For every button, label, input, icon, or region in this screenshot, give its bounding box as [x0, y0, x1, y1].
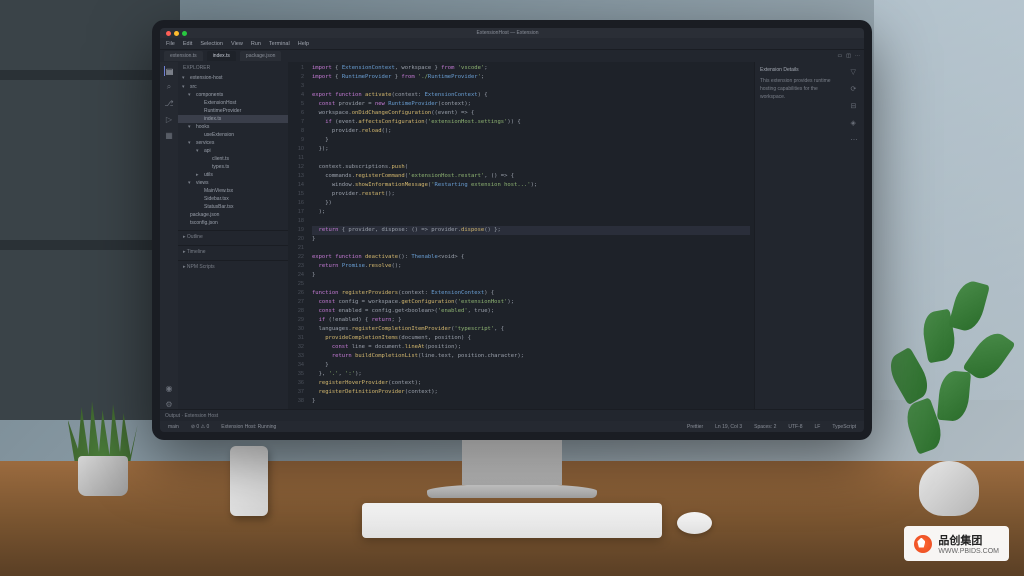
file-RuntimeProvider[interactable]: RuntimeProvider [178, 107, 288, 115]
file-tsconfig-json[interactable]: tsconfig.json [178, 219, 288, 227]
folder-components[interactable]: ▾components [178, 91, 288, 99]
right-activity: ▽ ⟳ ⊟ ◈ ⋯ [846, 62, 864, 409]
smartphone [230, 446, 268, 516]
line-gutter: 1234567891011121314151617181920212223242… [288, 62, 308, 409]
file-Sidebar-tsx[interactable]: Sidebar.tsx [178, 195, 288, 203]
watermark: 品创集团 WWW.PBIDS.COM [904, 526, 1009, 561]
minimize-icon[interactable] [174, 31, 179, 36]
folder-utils[interactable]: ▸utils [178, 171, 288, 179]
folder-api[interactable]: ▾api [178, 147, 288, 155]
tab-extension-ts[interactable]: extension.ts [164, 51, 203, 61]
status-seg[interactable]: TypeScript [829, 424, 859, 430]
watermark-url: WWW.PBIDS.COM [938, 548, 999, 555]
file-client-ts[interactable]: client.ts [178, 155, 288, 163]
editor[interactable]: 1234567891011121314151617181920212223242… [288, 62, 754, 409]
status-seg[interactable]: Ln 19, Col 3 [712, 424, 745, 430]
menubar: File Edit Selection View Run Terminal Help [160, 38, 864, 50]
monitor: ExtensionHost — Extension File Edit Select… [152, 20, 872, 440]
menu-edit[interactable]: Edit [183, 41, 192, 47]
status-seg[interactable]: ⊘ 0 ⚠ 0 [188, 424, 212, 430]
status-seg[interactable]: LF [812, 424, 824, 430]
status-seg[interactable]: Extension Host: Running [218, 424, 279, 430]
close-icon[interactable] [166, 31, 171, 36]
tab-package-json[interactable]: package.json [240, 51, 281, 61]
more-icon[interactable]: ⋯ [855, 53, 860, 59]
layout-icon[interactable]: ▭ [838, 53, 843, 59]
status-seg[interactable]: main [165, 424, 182, 430]
status-bar: main ⊘ 0 ⚠ 0 Extension Host: Running Pretti… [160, 421, 864, 432]
sidebar: Explorer ▾extension-host ▾src▾components… [178, 62, 288, 409]
file-types-ts[interactable]: types.ts [178, 163, 288, 171]
section-npm-scripts[interactable]: ▸ NPM Scripts [178, 260, 288, 273]
folder-src[interactable]: ▾src [178, 83, 288, 91]
ide-window: ExtensionHost — Extension File Edit Select… [160, 28, 864, 432]
split-icon[interactable]: ◫ [846, 53, 851, 59]
section-timeline[interactable]: ▸ Timeline [178, 245, 288, 258]
bottom-panel[interactable]: Output · Extension Host [160, 409, 864, 421]
right-panel-text: This extension provides runtime [760, 77, 841, 85]
right-panel-title: Extension Details [760, 66, 841, 74]
gear-icon[interactable]: ⚙ [164, 399, 174, 409]
extensions-icon[interactable]: ▦ [164, 130, 174, 140]
file-useExtension[interactable]: useExtension [178, 131, 288, 139]
main-area: ▤ ⌕ ⎇ ▷ ▦ ◉ ⚙ Explorer ▾extension-host ▾src▾co… [160, 62, 864, 409]
file-StatusBar-tsx[interactable]: StatusBar.tsx [178, 203, 288, 211]
maximize-icon[interactable] [182, 31, 187, 36]
plant-right [884, 266, 1014, 516]
filter-icon[interactable]: ▽ [851, 68, 860, 77]
folder-views[interactable]: ▾views [178, 179, 288, 187]
activity-bar: ▤ ⌕ ⎇ ▷ ▦ ◉ ⚙ [160, 62, 178, 409]
account-icon[interactable]: ◉ [164, 383, 174, 393]
menu-terminal[interactable]: Terminal [269, 41, 290, 47]
debug-icon[interactable]: ▷ [164, 114, 174, 124]
project-root[interactable]: ▾extension-host [178, 74, 288, 82]
sidebar-header: Explorer [178, 62, 288, 74]
folder-hooks[interactable]: ▾hooks [178, 123, 288, 131]
file-MainView-tsx[interactable]: MainView.tsx [178, 187, 288, 195]
menu-selection[interactable]: Selection [200, 41, 223, 47]
right-panel: Extension Details This extension provide… [754, 62, 864, 409]
monitor-bezel: ExtensionHost — Extension File Edit Select… [152, 20, 872, 440]
refresh-icon[interactable]: ⟳ [851, 85, 860, 94]
status-seg[interactable]: Spaces: 2 [751, 424, 779, 430]
mouse [677, 512, 712, 534]
tab-index-ts[interactable]: index.ts [207, 51, 236, 61]
git-icon[interactable]: ⎇ [164, 98, 174, 108]
section-outline[interactable]: ▸ Outline [178, 230, 288, 243]
plant-left [60, 396, 145, 496]
files-icon[interactable]: ▤ [164, 66, 174, 76]
pin-icon[interactable]: ◈ [851, 119, 860, 128]
file-package-json[interactable]: package.json [178, 211, 288, 219]
keyboard [362, 503, 662, 538]
search-icon[interactable]: ⌕ [164, 82, 174, 92]
folder-services[interactable]: ▾services [178, 139, 288, 147]
tab-bar: extension.ts index.ts package.json ▭ ◫ ⋯ [160, 50, 864, 62]
watermark-logo-icon [914, 535, 932, 553]
file-ExtensionHost[interactable]: ExtensionHost [178, 99, 288, 107]
menu-view[interactable]: View [231, 41, 243, 47]
window-title: ExtensionHost — Extension [190, 30, 825, 36]
file-tree: ▾src▾componentsExtensionHostRuntimeProvi… [178, 82, 288, 228]
watermark-brand: 品创集团 [938, 532, 999, 548]
menu-run[interactable]: Run [251, 41, 261, 47]
more-icon[interactable]: ⋯ [851, 136, 860, 145]
right-panel-text: hosting capabilities for the workspace. [760, 85, 841, 101]
status-seg[interactable]: Prettier [684, 424, 706, 430]
status-seg[interactable]: UTF-8 [785, 424, 805, 430]
code-area[interactable]: import { ExtensionContext, workspace } f… [308, 62, 754, 409]
menu-file[interactable]: File [166, 41, 175, 47]
collapse-icon[interactable]: ⊟ [851, 102, 860, 111]
file-index-ts[interactable]: index.ts [178, 115, 288, 123]
menu-help[interactable]: Help [298, 41, 309, 47]
titlebar: ExtensionHost — Extension [160, 28, 864, 38]
output-header: Output · Extension Host [165, 413, 218, 419]
